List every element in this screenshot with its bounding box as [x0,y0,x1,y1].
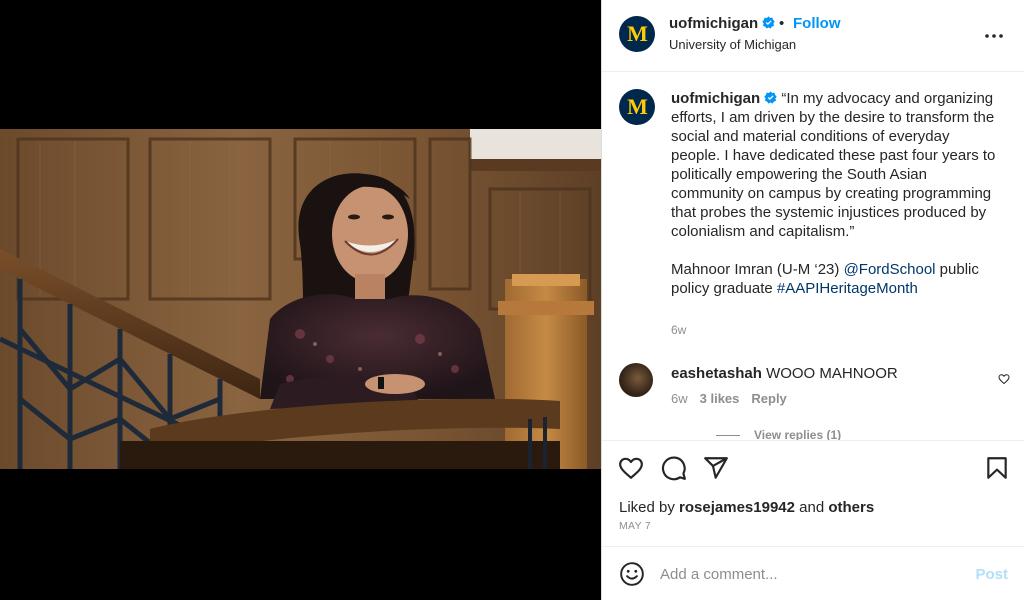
caption-avatar[interactable]: M [619,89,655,125]
liked-by-prefix: Liked by [619,499,675,516]
commenter-avatar[interactable] [619,363,653,397]
liked-by-others[interactable]: others [828,499,874,516]
comment-meta: 6w 3 likes Reply [671,391,787,406]
separator-dot: • [779,15,785,32]
post-caption: uofmichigan “In my advocacy and organizi… [671,89,1001,298]
mention-link[interactable]: @FordSchool [844,261,936,278]
replies-divider [716,434,740,436]
caption-username[interactable]: uofmichigan [671,90,760,107]
instagram-post-view: M uofmichigan • Follow University of Mic… [0,0,1024,600]
comment-username[interactable]: eashetashah [671,365,762,382]
caption-timestamp[interactable]: 6w [671,323,686,337]
avatar-logo: M [627,21,648,46]
view-replies-label: View replies (1) [754,428,842,440]
photo-illustration [0,129,601,469]
comment-text: WOOO MAHNOOR [766,365,898,382]
avatar-logo: M [627,94,648,119]
view-replies-button[interactable]: View replies (1) [716,428,841,440]
share-icon[interactable] [703,455,729,481]
liked-by-and: and [799,499,825,516]
caption-quote-block: uofmichigan “In my advocacy and organizi… [671,89,1001,241]
comment-like-heart-icon[interactable] [998,373,1010,385]
emoji-icon[interactable] [619,561,645,587]
comment-body: eashetashah WOOO MAHNOOR [671,365,898,382]
liked-by-summary: Liked by rosejames19942 and others [619,499,874,516]
reply-button[interactable]: Reply [751,391,786,406]
caption-credit-prefix: Mahnoor Imran (U-M ‘23) [671,261,840,278]
comment-icon[interactable] [661,455,687,481]
post-date[interactable]: MAY 7 [619,520,651,532]
caption-quote: “In my advocacy and organizing efforts, … [671,90,996,240]
post-media [0,0,601,600]
comment-likes[interactable]: 3 likes [700,391,740,406]
avatar[interactable]: M [619,16,655,52]
post-username[interactable]: uofmichigan [669,15,775,32]
verified-badge-icon [764,91,777,104]
username-text: uofmichigan [669,15,759,32]
post-location[interactable]: University of Michigan [669,37,796,52]
comment-composer: Post [602,546,1024,600]
post-actions: Liked by rosejames19942 and others MAY 7 [602,440,1024,546]
comments-section[interactable]: M uofmichigan “In my advocacy and organi… [602,73,1024,440]
post-details-panel: M uofmichigan • Follow University of Mic… [601,0,1024,600]
verified-badge-icon [762,16,775,29]
follow-button[interactable]: Follow [793,15,841,32]
caption-credit: Mahnoor Imran (U-M ‘23) @FordSchool publ… [671,260,1001,298]
post-header: M uofmichigan • Follow University of Mic… [602,0,1024,72]
post-comment-button[interactable]: Post [975,566,1008,583]
more-options-icon[interactable] [982,24,1006,48]
liked-by-user[interactable]: rosejames19942 [679,499,795,516]
comment-timestamp[interactable]: 6w [671,391,688,406]
post-photo[interactable] [0,129,601,469]
heart-icon[interactable] [618,455,644,481]
hashtag-link[interactable]: #AAPIHeritageMonth [777,280,918,297]
comment-input[interactable] [660,561,960,587]
bookmark-icon[interactable] [984,455,1010,481]
